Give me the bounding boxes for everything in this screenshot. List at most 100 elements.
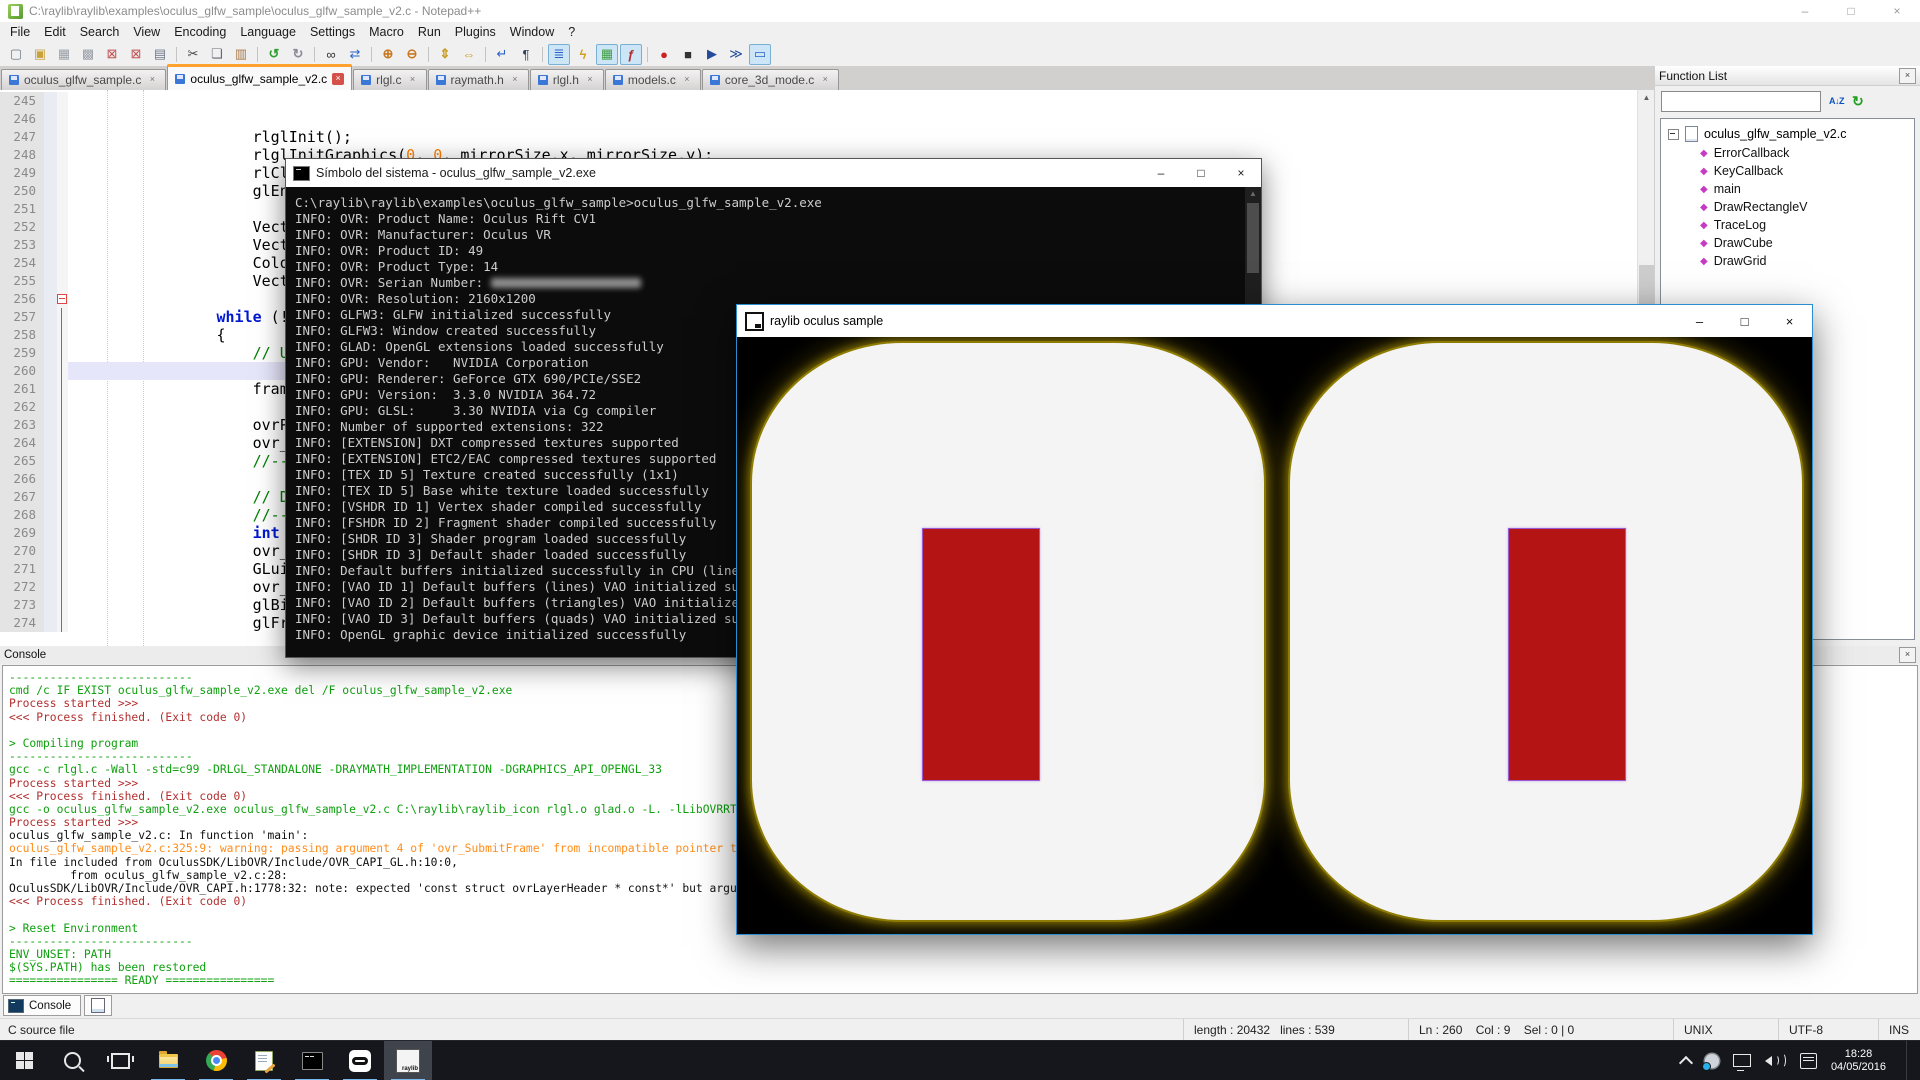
macro-record-icon[interactable]: ●: [653, 44, 675, 65]
bookmark-margin[interactable]: [44, 578, 57, 596]
taskbar-cmd-button[interactable]: [288, 1041, 336, 1080]
function-list-item[interactable]: DrawGrid: [1663, 252, 1912, 270]
close-icon[interactable]: ×: [1899, 68, 1916, 84]
bookmark-margin[interactable]: [44, 218, 57, 236]
fold-margin[interactable]: [57, 164, 68, 182]
sync-vertical-icon[interactable]: ⇕: [434, 44, 456, 65]
function-list-icon[interactable]: ƒ: [620, 44, 642, 65]
tray-gear-icon[interactable]: [1705, 1054, 1719, 1068]
zoom-out-icon[interactable]: ⊖: [401, 44, 423, 65]
status-encoding[interactable]: UTF-8: [1778, 1019, 1878, 1040]
bookmark-margin[interactable]: [44, 416, 57, 434]
minimize-icon[interactable]: –: [1141, 159, 1181, 187]
shortcut-mapper-icon[interactable]: ϟ: [572, 44, 594, 65]
macro-stop-icon[interactable]: ■: [677, 44, 699, 65]
separator[interactable]: [542, 47, 543, 62]
fold-margin[interactable]: [57, 254, 68, 272]
bookmark-margin[interactable]: [44, 560, 57, 578]
close-icon[interactable]: ×: [1221, 159, 1261, 187]
fold-margin[interactable]: [57, 326, 68, 344]
macro-play-icon[interactable]: ▶: [701, 44, 723, 65]
scroll-up-icon[interactable]: ▲: [1245, 189, 1261, 198]
fold-margin[interactable]: [57, 578, 68, 596]
menu-item[interactable]: Settings: [303, 23, 362, 41]
maximize-icon[interactable]: □: [1722, 305, 1767, 337]
bookmark-margin[interactable]: [44, 434, 57, 452]
separator[interactable]: [647, 47, 648, 62]
zoom-in-icon[interactable]: ⊕: [377, 44, 399, 65]
taskbar-explorer-button[interactable]: [144, 1041, 192, 1080]
task-view-button[interactable]: [96, 1041, 144, 1080]
bookmark-margin[interactable]: [44, 326, 57, 344]
function-list-item[interactable]: ErrorCallback: [1663, 144, 1912, 162]
fold-margin[interactable]: [57, 506, 68, 524]
bookmark-margin[interactable]: [44, 182, 57, 200]
save-icon[interactable]: ▦: [53, 44, 75, 65]
bookmark-margin[interactable]: [44, 290, 57, 308]
bookmark-margin[interactable]: [44, 614, 57, 632]
fold-margin[interactable]: [57, 488, 68, 506]
print-icon[interactable]: ▤: [149, 44, 171, 65]
paste-icon[interactable]: ▥: [230, 44, 252, 65]
tab-close-icon[interactable]: [509, 74, 521, 86]
show-desktop-button[interactable]: [1906, 1041, 1912, 1080]
fold-margin[interactable]: [57, 110, 68, 128]
fold-margin[interactable]: [57, 452, 68, 470]
bookmark-margin[interactable]: [44, 452, 57, 470]
taskbar-search-button[interactable]: [48, 1041, 96, 1080]
bookmark-margin[interactable]: [44, 236, 57, 254]
undo-icon[interactable]: ↺: [263, 44, 285, 65]
editor-tab[interactable]: raymath.h: [428, 69, 529, 90]
network-icon[interactable]: [1733, 1054, 1751, 1067]
close-all-icon[interactable]: ⊠: [125, 44, 147, 65]
taskbar-oculus-button[interactable]: [336, 1041, 384, 1080]
fold-margin[interactable]: [57, 344, 68, 362]
fold-margin[interactable]: [57, 614, 68, 632]
menu-item[interactable]: ?: [561, 23, 582, 41]
tab-close-icon[interactable]: [681, 74, 693, 86]
function-list-item[interactable]: main: [1663, 180, 1912, 198]
bookmark-margin[interactable]: [44, 488, 57, 506]
separator[interactable]: [485, 47, 486, 62]
close-icon[interactable]: ⊠: [101, 44, 123, 65]
tab-close-icon[interactable]: [332, 73, 344, 85]
cmd-titlebar[interactable]: Símbolo del sistema - oculus_glfw_sample…: [286, 159, 1261, 187]
editor-tab[interactable]: rlgl.c: [353, 69, 426, 90]
close-icon[interactable]: ×: [1899, 647, 1916, 663]
fold-margin[interactable]: [57, 380, 68, 398]
action-center-icon[interactable]: [1800, 1053, 1817, 1069]
fold-margin[interactable]: [57, 470, 68, 488]
indent-guide-icon[interactable]: ≣: [548, 44, 570, 65]
function-list-item[interactable]: DrawCube: [1663, 234, 1912, 252]
separator[interactable]: [371, 47, 372, 62]
taskbar-raylib-button[interactable]: raylib: [384, 1041, 432, 1080]
fold-margin[interactable]: [57, 416, 68, 434]
tray-expand-icon[interactable]: [1679, 1055, 1693, 1069]
scrollbar-thumb[interactable]: [1247, 203, 1259, 273]
taskbar-chrome-button[interactable]: [192, 1041, 240, 1080]
menu-item[interactable]: Macro: [362, 23, 411, 41]
function-search-input[interactable]: [1661, 91, 1821, 112]
fold-margin[interactable]: [57, 542, 68, 560]
fold-margin[interactable]: [57, 200, 68, 218]
fold-margin[interactable]: [57, 182, 68, 200]
volume-icon[interactable]: [1765, 1053, 1786, 1068]
minimize-icon[interactable]: –: [1782, 0, 1828, 22]
bookmark-margin[interactable]: [44, 92, 57, 110]
bookmark-margin[interactable]: [44, 398, 57, 416]
tab-close-icon[interactable]: [819, 74, 831, 86]
bookmark-margin[interactable]: [44, 110, 57, 128]
macro-run-multiple-icon[interactable]: ≫: [725, 44, 747, 65]
fold-margin[interactable]: [57, 362, 68, 380]
fold-margin[interactable]: [57, 128, 68, 146]
fold-margin[interactable]: [57, 308, 68, 326]
raylib-titlebar[interactable]: raylib oculus sample – □ ×: [737, 305, 1812, 337]
menu-item[interactable]: Edit: [37, 23, 73, 41]
bookmark-margin[interactable]: [44, 362, 57, 380]
minimize-icon[interactable]: –: [1677, 305, 1722, 337]
redo-icon[interactable]: ↻: [287, 44, 309, 65]
fold-margin[interactable]: [57, 398, 68, 416]
fold-margin[interactable]: [57, 236, 68, 254]
bookmark-margin[interactable]: [44, 308, 57, 326]
maximize-icon[interactable]: □: [1828, 0, 1874, 22]
